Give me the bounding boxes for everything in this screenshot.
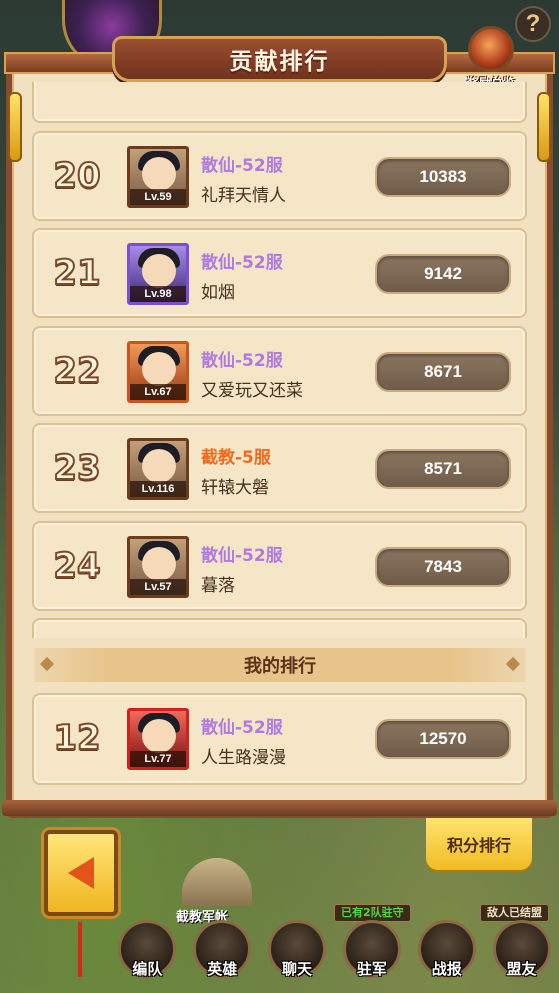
contribution-score: 8671	[375, 351, 511, 392]
ranking-row: 21 Lv.98 散仙-52服 如烟 9142	[32, 228, 527, 318]
nav-item[interactable]: 盟友	[488, 920, 556, 979]
ranking-row: 24 Lv.57 散仙-52服 暮落 7843	[32, 520, 527, 611]
banner-pole	[78, 922, 82, 977]
nav-item[interactable]: 驻军	[338, 920, 406, 979]
player-avatar[interactable]: Lv.59	[127, 145, 189, 208]
contribution-score: 7843	[375, 546, 511, 587]
nav-label: 驻军	[356, 960, 387, 978]
player-level: Lv.116	[130, 481, 186, 497]
rank-number: 21	[52, 252, 101, 294]
player-level: Lv.67	[130, 383, 186, 400]
player-avatar[interactable]: Lv.98	[127, 243, 189, 305]
player-avatar[interactable]: Lv.77	[127, 708, 189, 770]
server-name: 截教-5服	[201, 448, 271, 468]
nav-label: 盟友	[506, 960, 537, 978]
player-name: 礼拜天情人	[201, 185, 286, 206]
player-name: 轩辕大磐	[201, 478, 269, 498]
nav-label: 战报	[431, 960, 462, 978]
server-name: 散仙-52服	[201, 155, 283, 176]
player-name: 又爱玩又还菜	[201, 380, 303, 401]
nav-label: 英雄	[207, 960, 238, 978]
contribution-score: 9142	[375, 254, 511, 294]
avatar-face	[142, 449, 176, 483]
player-avatar[interactable]: Lv.67	[127, 340, 189, 403]
nav-item[interactable]: 战报	[413, 920, 481, 979]
rank-number: 12	[52, 717, 101, 759]
score-ranking-button[interactable]: 积分排行	[426, 818, 532, 870]
avatar-face	[142, 719, 176, 753]
player-level: Lv.77	[130, 751, 186, 767]
contribution-score: 10383	[375, 156, 511, 197]
avatar-face	[142, 546, 176, 581]
player-name: 暮落	[201, 575, 235, 596]
avatar-face	[142, 254, 176, 288]
my-rank-header: 我的排行	[34, 648, 526, 682]
rank-number: 20	[52, 155, 101, 197]
rank-number: 23	[52, 447, 101, 489]
player-level: Lv.57	[130, 578, 186, 595]
rank-number: 24	[52, 545, 101, 587]
contribution-score: 12570	[375, 719, 511, 759]
avatar-face	[142, 156, 176, 191]
player-avatar[interactable]: Lv.57	[127, 535, 189, 598]
avatar-face	[142, 351, 176, 386]
nav-item[interactable]: 英雄	[188, 920, 256, 979]
panel-bottom-rail	[2, 800, 557, 816]
nav-label: 聊天	[282, 960, 313, 978]
nav-item[interactable]: 编队	[113, 920, 181, 979]
my-rank-row: 12 Lv.77 散仙-52服 人生路漫漫 12570	[32, 693, 527, 785]
player-level: Lv.59	[130, 188, 186, 205]
server-name: 散仙-52服	[201, 253, 283, 273]
nav-item[interactable]: 聊天	[263, 920, 331, 979]
ranking-row: 20 Lv.59 散仙-52服 礼拜天情人 10383	[32, 130, 527, 221]
rank-number: 22	[52, 350, 101, 392]
player-level: Lv.98	[130, 286, 186, 302]
player-avatar[interactable]: Lv.116	[127, 438, 189, 500]
ranking-row: 22 Lv.67 散仙-52服 又爱玩又还菜 8671	[32, 325, 527, 416]
player-name: 如烟	[201, 283, 235, 303]
server-name: 散仙-52服	[201, 350, 283, 371]
server-name: 散仙-52服	[201, 545, 283, 566]
ranking-row-partial	[32, 82, 527, 123]
title-wing-left	[4, 52, 124, 74]
ranking-list[interactable]: 20 Lv.59 散仙-52服 礼拜天情人 10383 21 Lv.98 散仙-52服 如烟 91…	[14, 82, 545, 638]
bottom-nav: 编队 英雄 聊天 驻军 战报 盟友	[110, 920, 559, 993]
panel-title-bar: 贡献排行	[112, 36, 447, 82]
player-name: 人生路漫漫	[201, 748, 286, 768]
ranking-row: 23 Lv.116 截教-5服轩辕大磐 8571	[32, 423, 527, 513]
server-name: 散仙-52服	[201, 718, 283, 738]
treasure-chest-icon	[468, 26, 514, 72]
chevron-left-icon	[68, 857, 94, 889]
ranking-row-partial	[32, 618, 527, 638]
nav-label: 编队	[132, 960, 163, 978]
back-button[interactable]	[44, 830, 118, 916]
page-title: 贡献排行	[229, 49, 330, 75]
contribution-score: 8571	[375, 449, 511, 489]
